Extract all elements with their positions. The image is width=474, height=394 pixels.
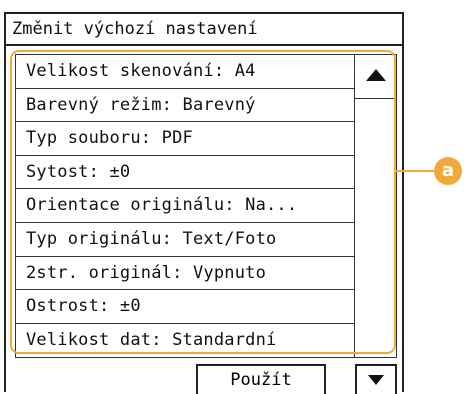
scroll-up-button[interactable]: [355, 55, 396, 99]
apply-button[interactable]: Použít: [196, 364, 326, 394]
settings-screen: Změnit výchozí nastavení Velikost skenov…: [4, 12, 404, 394]
setting-file-type[interactable]: Typ souboru: PDF: [16, 122, 354, 156]
setting-scan-size[interactable]: Velikost skenování: A4: [16, 55, 354, 89]
setting-sharpness[interactable]: Ostrost: ±0: [16, 290, 354, 324]
setting-color-mode[interactable]: Barevný režim: Barevný: [16, 89, 354, 123]
scrollbar: [355, 54, 397, 358]
setting-data-size[interactable]: Velikost dat: Standardní: [16, 324, 354, 358]
scroll-track[interactable]: [355, 99, 396, 357]
settings-list: Velikost skenování: A4 Barevný režim: Ba…: [15, 54, 355, 358]
setting-density[interactable]: Sytost: ±0: [16, 156, 354, 190]
bottom-bar: Použít: [6, 364, 402, 394]
callout-connector: [396, 170, 438, 172]
setting-two-sided-original[interactable]: 2str. originál: Vypnuto: [16, 257, 354, 291]
scroll-down-button[interactable]: [355, 364, 397, 394]
callout-badge: a: [434, 157, 462, 185]
page-title: Změnit výchozí nastavení: [6, 14, 402, 46]
triangle-up-icon: [365, 67, 387, 86]
setting-original-type[interactable]: Typ originálu: Text/Foto: [16, 223, 354, 257]
setting-original-orientation[interactable]: Orientace originálu: Na...: [16, 189, 354, 223]
